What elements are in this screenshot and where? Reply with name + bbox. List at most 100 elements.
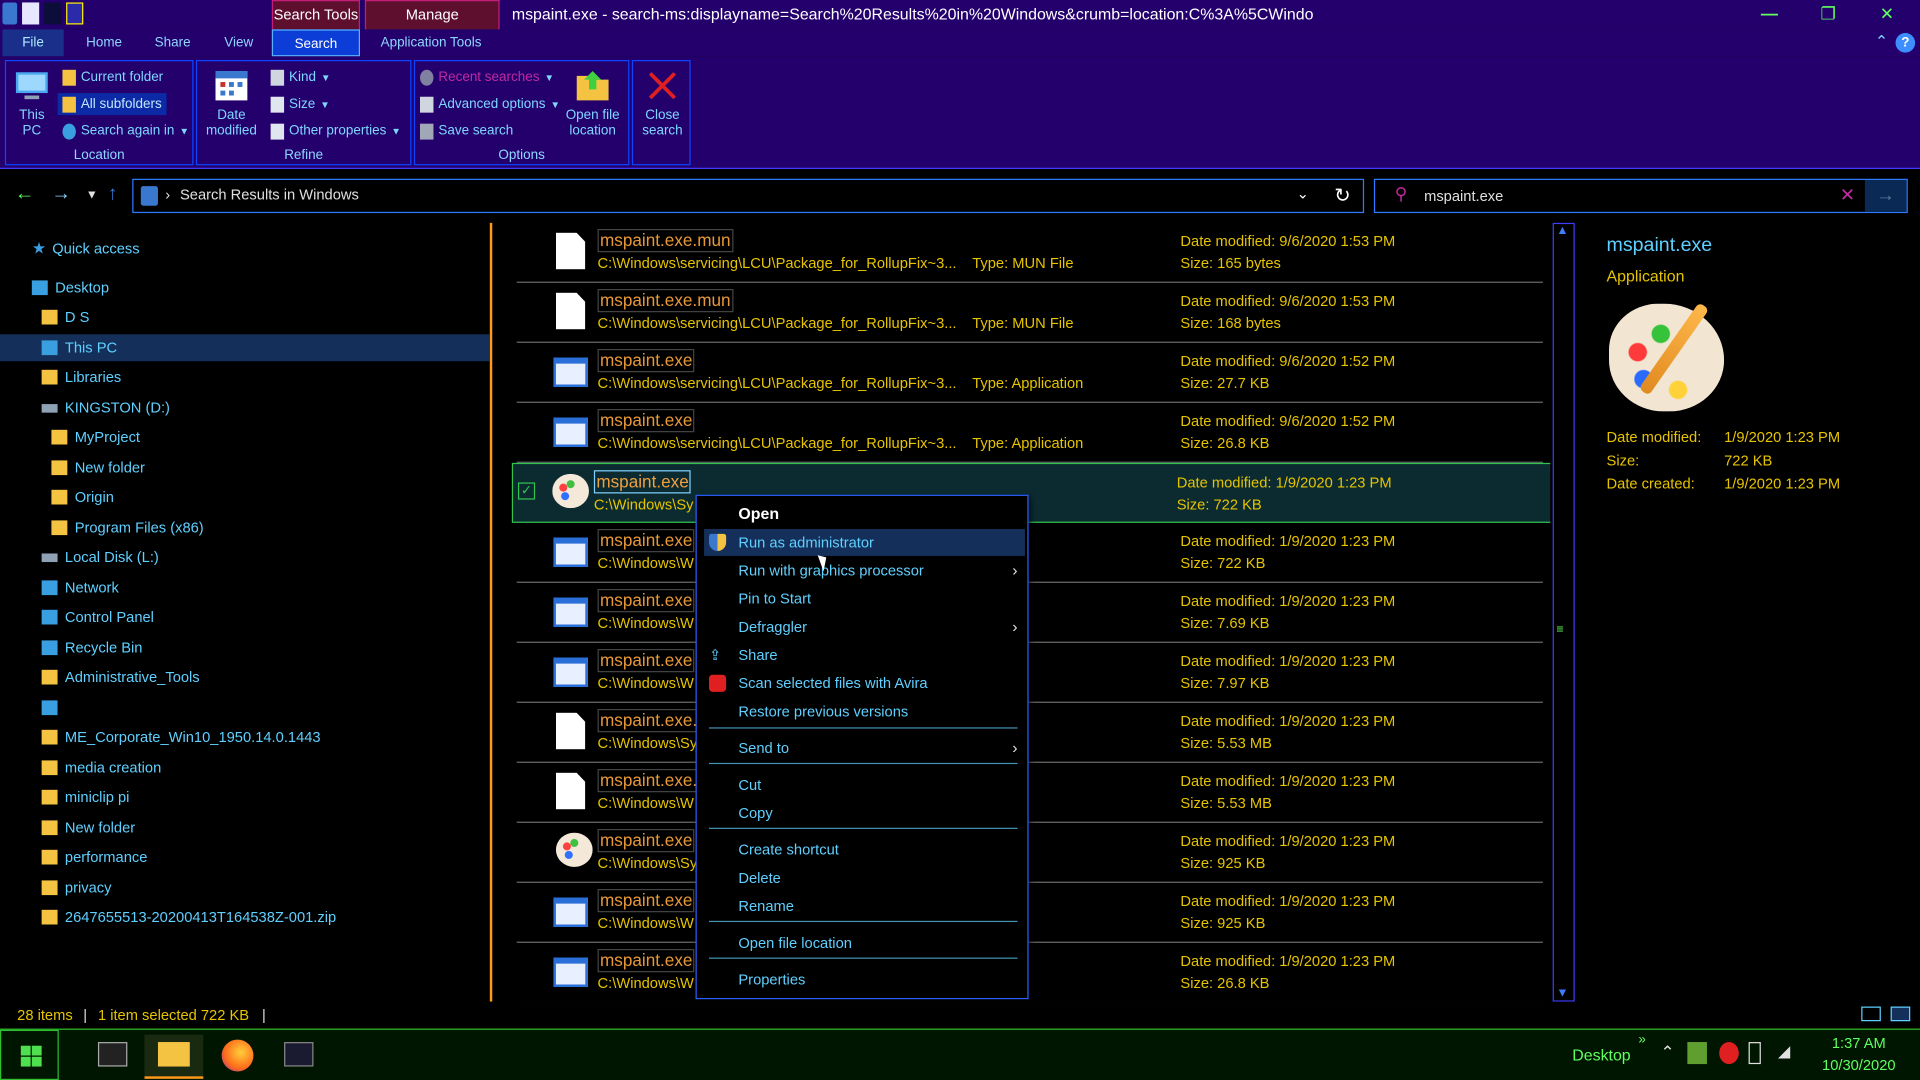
menu-item-run-with-graphics-processor[interactable]: Run with graphics processor › [697,557,1028,584]
file-name[interactable]: mspaint.exe [597,408,695,433]
file-row[interactable]: ✓mspaint.exeC:\Windows\SyplicationDate m… [511,462,1551,523]
menu-item-send-to[interactable]: Send to › [697,735,1028,762]
up-arrow-icon[interactable]: ↑ [108,184,118,206]
file-row[interactable]: mspaint.exe C:\Windows\servicing\LCU\Pack… [516,403,1543,463]
nav-item[interactable]: Origin [0,484,490,511]
explorer-icon[interactable] [2,2,18,25]
customize-qat-icon[interactable] [66,2,84,25]
taskbar-terminal-icon[interactable] [83,1035,142,1079]
address-bar[interactable]: › Search Results in Windows ⌄ ↻ [132,178,1365,214]
clear-search-icon[interactable]: ✕ [1840,184,1855,206]
file-row[interactable]: mspaint.exe.mun C:\Windows\servicing\LCU\… [516,223,1543,283]
nav-item[interactable]: media creation [0,754,490,781]
nav-item[interactable]: Desktop [0,274,490,301]
nav-item[interactable]: ME_Corporate_Win10_1950.14.0.1443 [0,724,490,751]
tab-search[interactable]: Search [271,29,361,57]
file-row[interactable]: mspaint.exeC:\Windows\WplicationDate mod… [516,643,1543,703]
menu-item-scan-selected-files-with-avira[interactable]: Scan selected files with Avira [697,670,1028,697]
selection-checkbox[interactable]: ✓ [517,482,536,500]
properties-icon[interactable] [22,2,40,25]
nav-item[interactable]: New folder [0,454,490,481]
desktop-toolbar-label[interactable]: Desktop [1572,1046,1630,1064]
menu-item-defraggler[interactable]: Defraggler › [697,613,1028,640]
menu-item-properties[interactable]: Properties [697,966,1028,993]
close-search-button[interactable]: Close search [636,66,690,139]
nav-item[interactable]: D S [0,304,490,331]
nav-item[interactable]: Local Disk (L:) [0,544,490,571]
file-name[interactable]: mspaint.exe. [597,708,700,733]
help-icon[interactable]: ? [1895,33,1916,53]
forward-arrow-icon[interactable]: → [51,184,71,206]
nav-item[interactable]: New folder [0,814,490,841]
menu-item-open-file-location[interactable]: Open file location [697,929,1028,956]
date-modified-button[interactable]: Date modified [204,66,258,139]
nav-item[interactable]: performance [0,844,490,871]
file-name[interactable]: mspaint.exe [597,828,695,853]
clock-date[interactable]: 10/30/2020 [1820,1057,1898,1074]
file-name[interactable]: mspaint.exe. [597,768,700,793]
tab-home[interactable]: Home [73,29,134,56]
file-name[interactable]: mspaint.exe [597,348,695,373]
toolbar-expand-icon[interactable]: » [1638,1032,1646,1047]
save-search-button[interactable]: Save search [420,120,513,142]
vertical-scrollbar[interactable]: ▲ ≡ ▼ [1552,222,1575,1002]
file-row[interactable]: mspaint.exeC:\Windows\WplicationDate mod… [516,583,1543,643]
file-row[interactable]: mspaint.exe.C:\Windows\SyJN FileDate mod… [516,703,1543,763]
menu-item-open[interactable]: Open [697,501,1028,528]
back-arrow-icon[interactable]: ← [15,184,35,206]
nav-item[interactable]: miniclip pi [0,784,490,811]
minimize-button[interactable]: — [1741,0,1797,29]
menu-item-share[interactable]: ⇪ Share [697,642,1028,669]
tab-share[interactable]: Share [142,29,203,56]
advanced-options-button[interactable]: Advanced options ▼ [420,93,560,115]
new-folder-icon[interactable] [44,2,62,25]
menu-item-restore-previous-versions[interactable]: Restore previous versions [697,698,1028,725]
nav-item[interactable]: Recycle Bin [0,634,490,661]
menu-item-cut[interactable]: Cut [697,771,1028,798]
nav-item[interactable]: Network [0,574,490,601]
chevron-down-icon[interactable]: ⌄ [1297,185,1309,202]
nav-item[interactable]: Program Files (x86) [0,514,490,541]
taskbar-file-explorer-icon[interactable] [144,1034,204,1079]
breadcrumb-chevron-icon[interactable]: › [165,186,170,203]
current-folder-button[interactable]: Current folder [62,66,163,88]
file-row[interactable]: mspaint.exeC:\Windows\WplicationDate mod… [516,883,1543,943]
nav-item[interactable]: MyProject [0,424,490,451]
refresh-icon[interactable]: ↻ [1334,184,1350,208]
nav-item[interactable]: This PC [0,334,490,362]
collapse-ribbon-icon[interactable]: ⌃ [1875,32,1888,52]
file-row[interactable]: mspaint.exe.mun C:\Windows\servicing\LCU\… [516,283,1543,343]
file-name[interactable]: mspaint.exe.mun [597,288,733,313]
menu-item-pin-to-start[interactable]: Pin to Start [697,585,1028,612]
size-button[interactable]: Size ▼ [270,93,330,115]
file-row[interactable]: mspaint.exeC:\Windows\WplicationDate mod… [517,943,1543,1002]
taskbar-powershell-icon[interactable] [269,1035,328,1079]
file-name[interactable]: mspaint.exe [597,888,695,913]
open-file-location-button[interactable]: Open file location [560,66,626,139]
file-name[interactable]: mspaint.exe.mun [597,228,733,253]
file-row[interactable]: mspaint.exe C:\Windows\servicing\LCU\Pack… [516,343,1543,403]
tray-avira-icon[interactable] [1719,1042,1739,1065]
taskbar-firefox-icon[interactable] [208,1035,267,1079]
tab-application-tools[interactable]: Application Tools [367,29,494,56]
maximize-button[interactable]: ❐ [1800,0,1856,29]
search-go-icon[interactable]: → [1864,180,1907,212]
recent-searches-button[interactable]: Recent searches ▼ [420,66,554,88]
file-name[interactable]: mspaint.exe [597,528,695,553]
details-view-icon[interactable] [1861,1006,1881,1022]
this-pc-button[interactable]: This PC [9,66,56,139]
scroll-thumb[interactable]: ≡ [1556,623,1563,636]
tab-file[interactable]: File [2,29,64,57]
start-button[interactable] [0,1029,59,1080]
nav-item[interactable] [0,694,490,721]
usb-device-icon[interactable] [1748,1042,1761,1065]
menu-item-rename[interactable]: Rename [697,893,1028,920]
other-properties-button[interactable]: Other properties ▼ [270,120,401,142]
kind-button[interactable]: Kind ▼ [270,66,331,88]
nav-item[interactable]: 2647655513-20200413T164538Z-001.zip [0,904,490,931]
nav-item[interactable]: Libraries [0,364,490,391]
network-icon[interactable]: ◢ [1778,1042,1798,1064]
nav-item[interactable]: Administrative_Tools [0,664,490,691]
file-name[interactable]: mspaint.exe [597,588,695,613]
scroll-up-icon[interactable]: ▲ [1556,224,1568,237]
